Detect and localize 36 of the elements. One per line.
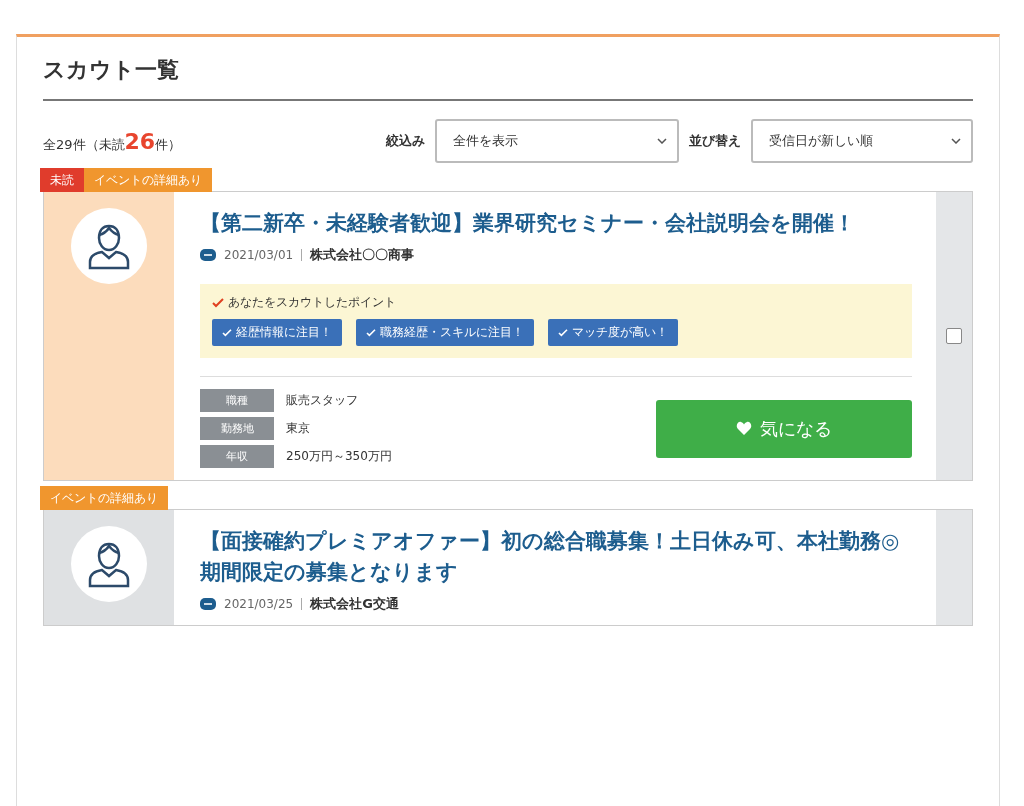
detail-label: 職種 (200, 389, 274, 413)
point-chip: 経歴情報に注目！ (212, 319, 342, 347)
sort-dropdown[interactable]: 受信日が新しい順 (751, 119, 973, 163)
event-tag: イベントの詳細あり (84, 168, 212, 192)
chevron-down-icon (951, 138, 961, 144)
point-chip: 職務経歴・スキルに注目！ (356, 319, 534, 347)
scout-title-link[interactable]: 【面接確約プレミアオファー】初の総合職募集！土日休み可、本社勤務◎ 期間限定の募集となります (200, 526, 912, 588)
company-name: 株式会社G交通 (310, 595, 399, 614)
total-count: 全29件 (43, 135, 86, 154)
check-icon (366, 328, 376, 337)
sort-label: 並び替え (689, 132, 741, 150)
detail-label: 年収 (200, 445, 274, 469)
person-avatar-icon (87, 540, 131, 589)
person-avatar-icon (87, 222, 131, 270)
detail-value: 東京 (286, 420, 311, 438)
filter-label: 絞込み (386, 132, 425, 150)
chevron-down-icon (657, 138, 667, 144)
detail-value: 販売スタッフ (286, 392, 359, 410)
unread-count: （未読26件） (85, 128, 182, 154)
check-icon (222, 328, 232, 337)
received-date: 2021/03/01 (224, 248, 294, 263)
received-date: 2021/03/25 (224, 597, 294, 612)
heart-icon (736, 421, 752, 437)
select-checkbox[interactable] (946, 328, 962, 345)
check-icon (558, 328, 568, 337)
scout-title-link[interactable]: 【第二新卒・未経験者歓迎】業界研究セミナー・会社説明会を開催！ (200, 208, 912, 239)
unread-tag: 未読 (40, 168, 84, 192)
check-icon (212, 297, 224, 308)
detail-label: 勤務地 (200, 417, 274, 441)
point-chip: マッチ度が高い！ (548, 319, 678, 347)
event-tag: イベントの詳細あり (40, 486, 168, 511)
points-heading: あなたをスカウトしたポイント (228, 294, 396, 312)
filter-dropdown[interactable]: 全件を表示 (435, 119, 679, 163)
detail-value: 250万円～350万円 (286, 448, 392, 466)
company-name: 株式会社〇〇商事 (310, 246, 415, 265)
page-title: スカウト一覧 (43, 55, 973, 101)
